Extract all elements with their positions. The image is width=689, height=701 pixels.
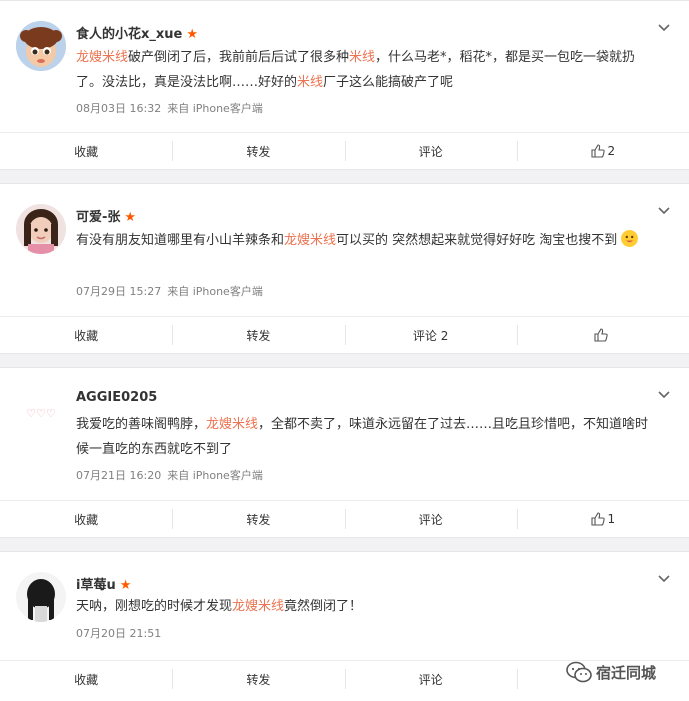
action-bar: 收藏 转发 评论 2 — [0, 316, 689, 353]
comment-content: 我爱吃的善味阁鸭脖，龙嫂米线，全都不卖了，味道永远留在了过去……且吃且珍惜吧，不… — [76, 412, 656, 462]
forward-button[interactable]: 转发 — [172, 501, 344, 537]
thumbs-up-icon — [590, 512, 605, 526]
like-count: 2 — [607, 144, 616, 158]
chevron-down-icon[interactable] — [657, 388, 671, 402]
collect-label: 收藏 — [74, 672, 99, 687]
comment-text: 可以买的 突然想起来就觉得好好吃 淘宝也搜不到 — [336, 233, 622, 248]
forward-label: 转发 — [246, 144, 271, 159]
avatar[interactable] — [16, 21, 66, 71]
avatar[interactable] — [16, 572, 66, 622]
source-label: 来自 iPhone客户端 — [167, 469, 263, 482]
collect-label: 收藏 — [74, 144, 99, 159]
collect-button[interactable]: 收藏 — [0, 133, 172, 169]
chevron-down-icon[interactable] — [657, 204, 671, 218]
like-button[interactable]: 2 — [516, 133, 689, 169]
comment-label: 评论 2 — [412, 328, 449, 343]
forward-button[interactable]: 转发 — [172, 133, 344, 169]
smile-emoji-icon — [621, 230, 639, 247]
keyword-link[interactable]: 龙嫂米线 — [232, 599, 284, 614]
like-button[interactable]: 1 — [516, 501, 689, 537]
chevron-down-icon[interactable] — [657, 572, 671, 586]
like-button[interactable] — [516, 317, 689, 353]
forward-button[interactable]: 转发 — [172, 661, 344, 697]
collect-button[interactable]: 收藏 — [0, 661, 172, 697]
post-meta: 07月20日 21:51 — [76, 625, 161, 641]
comment-button[interactable]: 评论 — [344, 133, 517, 169]
comment-card: 可爱-张 ★ 有没有朋友知道哪里有小山羊辣条和龙嫂米线可以买的 突然想起来就觉得好… — [0, 183, 689, 354]
username-link[interactable]: AGGIE0205 — [76, 390, 157, 405]
comment-button[interactable]: 评论 — [344, 501, 517, 537]
action-bar: 收藏 转发 评论 2 — [0, 132, 689, 169]
source-label: 来自 iPhone客户端 — [167, 285, 263, 298]
timestamp[interactable]: 07月21日 16:20 — [76, 469, 161, 482]
thumbs-up-icon — [590, 144, 605, 158]
comment-text: 厂子这么能搞破产了呢 — [323, 75, 454, 90]
keyword-link[interactable]: 米线 — [297, 75, 323, 90]
timestamp[interactable]: 08月03日 16:32 — [76, 102, 161, 115]
comment-text: 破产倒闭了后，我前前后后试了很多种 — [128, 50, 350, 65]
thumbs-up-icon — [594, 328, 609, 342]
verified-star-icon: ★ — [119, 578, 132, 593]
keyword-link[interactable]: 龙嫂米线 — [76, 50, 128, 65]
comment-button[interactable]: 评论 — [344, 661, 517, 697]
verified-star-icon: ★ — [186, 27, 198, 42]
comment-text: 我爱吃的善味阁鸭脖， — [76, 417, 207, 432]
post-meta: 08月03日 16:32 来自 iPhone客户端 — [76, 100, 263, 116]
comment-button[interactable]: 评论 2 — [344, 317, 517, 353]
comment-content: 龙嫂米线破产倒闭了后，我前前后后试了很多种米线，什么马老*，稻花*，都是买一包吃… — [76, 45, 656, 95]
comment-text: 天呐，刚想吃的时候才发现 — [76, 599, 233, 614]
forward-label: 转发 — [246, 328, 271, 343]
avatar[interactable] — [16, 204, 66, 254]
forward-label: 转发 — [246, 672, 271, 687]
keyword-link[interactable]: 龙嫂米线 — [284, 233, 336, 248]
source-label: 来自 iPhone客户端 — [167, 102, 263, 115]
keyword-link[interactable]: 龙嫂米线 — [206, 417, 258, 432]
timestamp[interactable]: 07月20日 21:51 — [76, 627, 161, 640]
verified-star-icon: ★ — [124, 210, 137, 225]
username[interactable]: 可爱-张 ★ — [76, 206, 136, 225]
avatar[interactable]: ♡♡♡ — [16, 388, 66, 438]
collect-button[interactable]: 收藏 — [0, 317, 172, 353]
comment-text: 有没有朋友知道哪里有小山羊辣条和 — [76, 233, 285, 248]
watermark-text: 宿迁同城 — [596, 663, 657, 682]
username[interactable]: i草莓u ★ — [76, 574, 131, 593]
comment-content: 天呐，刚想吃的时候才发现龙嫂米线竟然倒闭了！ — [76, 594, 656, 619]
username-link[interactable]: 食人的小花x_xue — [76, 27, 182, 42]
like-count: 1 — [607, 512, 616, 526]
forward-label: 转发 — [246, 512, 271, 527]
comment-text: 竟然倒闭了！ — [284, 599, 363, 614]
username[interactable]: AGGIE0205 — [76, 390, 157, 405]
svg-text:♡♡♡: ♡♡♡ — [26, 407, 56, 420]
wechat-icon — [566, 661, 592, 683]
forward-button[interactable]: 转发 — [172, 317, 344, 353]
comment-content: 有没有朋友知道哪里有小山羊辣条和龙嫂米线可以买的 突然想起来就觉得好好吃 淘宝也… — [76, 228, 656, 253]
action-bar: 收藏 转发 评论 1 — [0, 500, 689, 537]
comment-label: 评论 — [418, 512, 443, 527]
keyword-link[interactable]: 米线 — [349, 50, 375, 65]
post-meta: 07月29日 15:27 来自 iPhone客户端 — [76, 283, 263, 299]
watermark: 宿迁同城 — [566, 661, 656, 683]
comment-card: 食人的小花x_xue ★ 龙嫂米线破产倒闭了后，我前前后后试了很多种米线，什么马老… — [0, 0, 689, 170]
username[interactable]: 食人的小花x_xue ★ — [76, 23, 198, 42]
chevron-down-icon[interactable] — [657, 21, 671, 35]
collect-button[interactable]: 收藏 — [0, 501, 172, 537]
comment-card: ♡♡♡ AGGIE0205 我爱吃的善味阁鸭脖，龙嫂米线，全都不卖了，味道永远留… — [0, 367, 689, 538]
post-meta: 07月21日 16:20 来自 iPhone客户端 — [76, 467, 263, 483]
comment-label: 评论 — [418, 144, 443, 159]
collect-label: 收藏 — [74, 328, 99, 343]
timestamp[interactable]: 07月29日 15:27 — [76, 285, 161, 298]
comment-label: 评论 — [418, 672, 443, 687]
username-link[interactable]: i草莓u — [76, 578, 116, 593]
username-link[interactable]: 可爱-张 — [76, 210, 120, 225]
collect-label: 收藏 — [74, 512, 99, 527]
